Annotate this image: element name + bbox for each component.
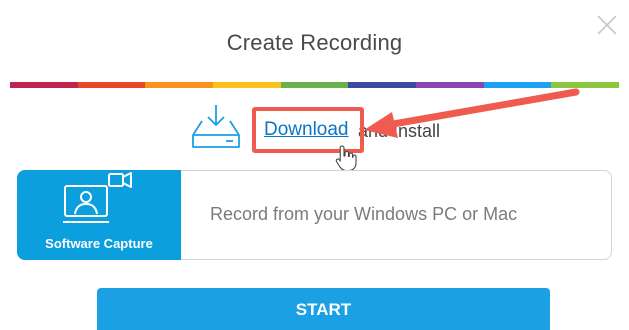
- download-tray-icon: [192, 105, 240, 148]
- stripe-segment: [416, 82, 484, 88]
- software-capture-label: Software Capture: [45, 236, 153, 251]
- stripe-segment: [551, 82, 620, 88]
- software-capture-tile: Software Capture: [17, 170, 181, 260]
- stripe-segment: [10, 82, 78, 88]
- close-button[interactable]: [596, 14, 618, 36]
- start-button[interactable]: START: [97, 288, 550, 330]
- color-stripe-divider: [10, 82, 620, 88]
- stripe-segment: [348, 82, 417, 88]
- option-description: Record from your Windows PC or Mac: [210, 204, 518, 224]
- software-capture-option[interactable]: Software Capture Record from your Window…: [17, 170, 612, 260]
- hand-pointer-cursor-icon: [335, 145, 357, 172]
- and-install-text: and Install: [358, 121, 441, 141]
- close-x-icon: [597, 15, 617, 35]
- webcam-monitor-icon: [63, 172, 132, 223]
- stripe-segment: [213, 82, 281, 88]
- stripe-segment: [483, 82, 552, 88]
- stripe-segment: [77, 82, 146, 88]
- stripe-segment: [145, 82, 214, 88]
- stripe-segment: [280, 82, 349, 88]
- dialog-title: Create Recording: [226, 30, 403, 55]
- download-link[interactable]: Download: [264, 119, 349, 141]
- create-recording-dialog: Create Recording Download and Install So…: [0, 0, 629, 330]
